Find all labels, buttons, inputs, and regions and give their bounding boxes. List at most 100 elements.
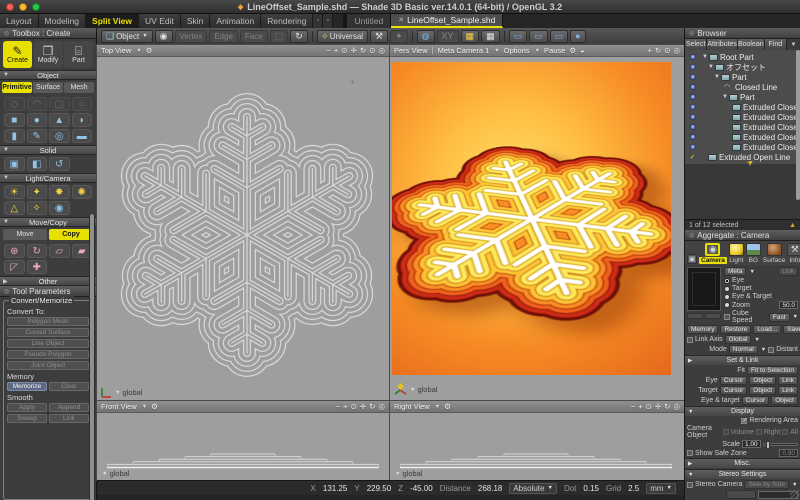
browser-tab-select[interactable]: Select xyxy=(685,39,707,50)
tree-row-extruded-closed[interactable]: Extruded Closed xyxy=(685,122,800,132)
panel-collapse-icon[interactable]: ◎ xyxy=(689,232,694,239)
link-axis-dropdown[interactable]: Global xyxy=(725,335,752,344)
doc-tab-untitled[interactable]: Untitled xyxy=(347,14,391,28)
pan-icon[interactable]: ✛ xyxy=(360,402,366,411)
rotate-view-icon[interactable]: ↻ xyxy=(655,46,661,55)
smooth-apply-button[interactable]: Apply xyxy=(7,403,47,412)
tree-row-root-part[interactable]: ▼Root Part xyxy=(685,52,800,62)
tab-split-view[interactable]: Split View xyxy=(86,14,139,28)
mirror-tool-icon[interactable]: ◸ xyxy=(4,260,25,274)
tab-mesh[interactable]: Mesh xyxy=(64,82,94,93)
set-link-section-header[interactable]: ▶Set & Link xyxy=(685,355,800,365)
tree-row-part[interactable]: ▼Part xyxy=(685,72,800,82)
torus-primitive-icon[interactable]: ◎ xyxy=(49,129,70,143)
all-checkbox[interactable] xyxy=(782,429,788,435)
eye-cursor-button[interactable]: Cursor xyxy=(720,376,748,385)
target-object-button[interactable]: Object xyxy=(749,386,776,395)
tab-primitive[interactable]: Primitive xyxy=(2,82,32,93)
expand-icon[interactable]: ▼ xyxy=(714,74,720,80)
grid-snap-button[interactable]: ▦ xyxy=(461,30,480,43)
solid-subtract-icon[interactable]: ◧ xyxy=(27,157,48,171)
eye-icon[interactable]: ◎ xyxy=(673,46,680,55)
ghost-shape-icon[interactable]: ◇ xyxy=(4,97,25,111)
front-view-title[interactable]: Front View xyxy=(101,402,137,411)
tree-row-extruded-closed[interactable]: Extruded Closed xyxy=(685,102,800,112)
toolbox-header[interactable]: ◎Toolbox : Create xyxy=(0,28,96,39)
tree-row-extruded-closed[interactable]: Extruded Closed xyxy=(685,142,800,152)
options-menu[interactable]: Options xyxy=(504,46,530,55)
object-section-header[interactable]: ▼Object xyxy=(0,70,96,80)
ghost-arc-icon[interactable]: ◠ xyxy=(27,97,48,111)
unit-dropdown[interactable]: mm▼ xyxy=(646,483,676,494)
pan-icon[interactable]: ✛ xyxy=(655,402,661,411)
safe-zone-checkbox[interactable] xyxy=(687,450,693,456)
visibility-dot-icon[interactable] xyxy=(690,114,696,120)
tab-layout[interactable]: Layout xyxy=(0,14,39,28)
gear-icon[interactable]: ⚙ xyxy=(444,402,451,411)
thumb-button[interactable] xyxy=(687,313,703,319)
visibility-dot-icon[interactable] xyxy=(690,64,696,70)
visibility-dot-icon[interactable] xyxy=(690,54,696,60)
line-draw-icon[interactable]: ✎ xyxy=(27,129,48,143)
magnify-icon[interactable]: ⊙ xyxy=(664,46,670,55)
visibility-dot-icon[interactable] xyxy=(690,144,696,150)
tabbar-extra-button-2[interactable]: ▪ xyxy=(323,14,333,28)
smooth-sweep-button[interactable]: Sweep xyxy=(7,414,47,423)
move-button[interactable]: Move xyxy=(3,229,47,240)
visibility-dot-icon[interactable] xyxy=(690,84,696,90)
clear-button[interactable]: Clear xyxy=(49,382,89,391)
axis-dropdown-icon[interactable]: ▼ xyxy=(102,471,107,477)
zoom-in-icon[interactable]: + xyxy=(638,402,642,411)
gear-icon[interactable]: ⚙ xyxy=(146,46,153,55)
right-view-title[interactable]: Right View xyxy=(394,402,430,411)
face-mode-button[interactable]: Face xyxy=(240,30,268,43)
area-light-icon[interactable]: ✺ xyxy=(72,185,93,199)
aggregate-tab-bg[interactable]: BG xyxy=(746,243,761,264)
volume-checkbox[interactable] xyxy=(723,429,729,435)
universal-manipulator-button[interactable]: ⟡Universal xyxy=(317,30,368,43)
eyetarget-cursor-button[interactable]: Cursor xyxy=(742,396,770,405)
eye-link-button[interactable]: Link xyxy=(778,376,798,385)
marquee-select-button[interactable]: ⬚ xyxy=(270,30,289,43)
doc-tab-lineoffset-sample[interactable]: ✕ LineOffset_Sample.shd xyxy=(391,14,503,28)
panel-collapse-icon[interactable]: ◎ xyxy=(4,288,9,295)
zoom-radio[interactable] xyxy=(724,302,730,308)
view-layout-1-button[interactable]: ▭ xyxy=(509,30,528,43)
gear-icon[interactable]: ⚙ xyxy=(569,46,576,55)
vertex-mode-button[interactable]: Vertex xyxy=(175,30,208,43)
display-section-header[interactable]: ▼Display xyxy=(685,406,800,416)
pers-view-title[interactable]: Pers View xyxy=(394,46,428,55)
toolbox-scrollbar[interactable] xyxy=(89,213,95,500)
view-layout-3-button[interactable]: ▭ xyxy=(550,30,569,43)
tab-animation[interactable]: Animation xyxy=(210,14,261,28)
stereo-section-header[interactable]: ▼Stereo Settings xyxy=(685,469,800,479)
part-button[interactable]: ⌸Part xyxy=(64,41,93,68)
directional-light-icon[interactable]: △ xyxy=(4,201,25,215)
shear-tool-icon[interactable]: ▱ xyxy=(49,244,70,258)
fit-to-selection-button[interactable]: Fit to Selection xyxy=(747,366,798,375)
convert-joint-object-button[interactable]: Joint Object xyxy=(7,361,89,370)
panel-collapse-icon[interactable]: ◎ xyxy=(4,30,9,37)
restore-button[interactable]: Restore xyxy=(720,325,751,334)
solid-section-header[interactable]: ▼Solid xyxy=(0,145,96,155)
pan-icon[interactable]: ✛ xyxy=(351,46,357,55)
link-axis-checkbox[interactable] xyxy=(687,337,693,343)
camera-selector[interactable]: Meta Camera 1 xyxy=(438,46,490,55)
browser-scrollbar[interactable] xyxy=(796,50,800,200)
tree-row-extruded-closed[interactable]: Extruded Closed xyxy=(685,132,800,142)
cube-speed-checkbox[interactable] xyxy=(724,314,730,320)
magnify-icon[interactable]: ⊙ xyxy=(341,46,347,55)
save-button[interactable]: Save... xyxy=(783,325,800,334)
solid-union-icon[interactable]: ▣ xyxy=(4,157,25,171)
ghost-circle-icon[interactable]: ○ xyxy=(72,97,93,111)
expand-tool-icon[interactable]: ✚ xyxy=(27,260,48,274)
edge-mode-button[interactable]: Edge xyxy=(209,30,238,43)
axis-dropdown-icon[interactable]: ▼ xyxy=(395,471,400,477)
smooth-link-button[interactable]: Link xyxy=(49,414,89,423)
top-view-title[interactable]: Top View xyxy=(101,46,131,55)
convert-line-object-button[interactable]: Line Object xyxy=(7,339,89,348)
shading-sphere-button[interactable]: ● xyxy=(570,30,585,43)
visibility-dot-icon[interactable] xyxy=(690,104,696,110)
tree-row-extruded-open-line[interactable]: ✓Extruded Open Line xyxy=(685,152,800,162)
aggregate-tab-light[interactable]: Light xyxy=(729,243,744,264)
